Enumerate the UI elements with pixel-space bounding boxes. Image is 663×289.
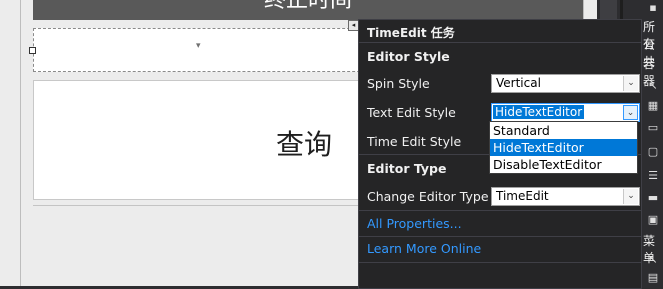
grid-icon[interactable]: ▦ xyxy=(647,100,659,112)
query-button[interactable]: 查询 xyxy=(33,80,405,200)
end-time-label: 终止时间 xyxy=(263,0,352,13)
end-time-header: 终止时间 xyxy=(33,0,583,20)
tab-icon[interactable]: ▭ xyxy=(647,122,659,134)
text-edit-style-combo[interactable]: HideTextEditor ⌄ xyxy=(491,103,640,122)
section-editor-type: Editor Type xyxy=(367,161,447,176)
panel-separator xyxy=(359,42,641,43)
change-editor-type-value: TimeEdit xyxy=(496,189,549,203)
caret-down-icon: ▾ xyxy=(196,41,201,51)
spin-style-value: Vertical xyxy=(496,76,541,90)
list-icon[interactable]: ☰ xyxy=(647,170,659,182)
query-button-label: 查询 xyxy=(276,128,333,161)
panel-separator xyxy=(359,262,641,263)
window-icon[interactable]: ▤ xyxy=(647,272,659,284)
panel-icon[interactable]: ▢ xyxy=(647,146,659,158)
text-edit-style-dropdown-list[interactable]: Standard HideTextEditor DisableTextEdito… xyxy=(489,121,638,174)
window-icon[interactable]: ▪ xyxy=(647,2,659,14)
panel-separator xyxy=(359,210,641,211)
pointer-icon[interactable]: ↖ xyxy=(647,254,659,266)
chevron-down-icon[interactable]: ⌄ xyxy=(623,189,638,204)
all-properties-link[interactable]: All Properties... xyxy=(367,216,462,231)
spin-style-combo[interactable]: Vertical ⌄ xyxy=(491,74,640,93)
change-editor-type-combo[interactable]: TimeEdit ⌄ xyxy=(491,187,640,206)
chevron-down-icon[interactable]: ⌄ xyxy=(623,76,638,91)
bar-icon[interactable]: ▬ xyxy=(647,192,659,204)
window-icon[interactable]: ▣ xyxy=(647,214,659,226)
chevron-down-icon[interactable]: ⌄ xyxy=(623,105,638,120)
section-editor-style: Editor Style xyxy=(367,49,450,64)
pointer-icon[interactable]: ↖ xyxy=(647,80,659,92)
panel-separator xyxy=(359,236,641,237)
dropdown-option-disable-text-editor[interactable]: DisableTextEditor xyxy=(490,156,637,173)
text-edit-style-value: HideTextEditor xyxy=(493,105,585,119)
designer-grid-line xyxy=(20,0,21,286)
time-edit-style-label: Time Edit Style xyxy=(367,134,462,149)
spin-style-label: Spin Style xyxy=(367,76,430,91)
learn-more-link[interactable]: Learn More Online xyxy=(367,241,481,256)
change-editor-type-label: Change Editor Type xyxy=(367,189,489,204)
time-edit-control[interactable]: ▾ xyxy=(33,28,405,72)
panel-title: TimeEdit 任务 xyxy=(367,26,455,40)
dropdown-option-standard[interactable]: Standard xyxy=(490,122,637,139)
dropdown-option-hide-text-editor[interactable]: HideTextEditor xyxy=(490,139,637,156)
resize-handle[interactable] xyxy=(29,47,36,54)
text-edit-style-label: Text Edit Style xyxy=(367,105,456,120)
